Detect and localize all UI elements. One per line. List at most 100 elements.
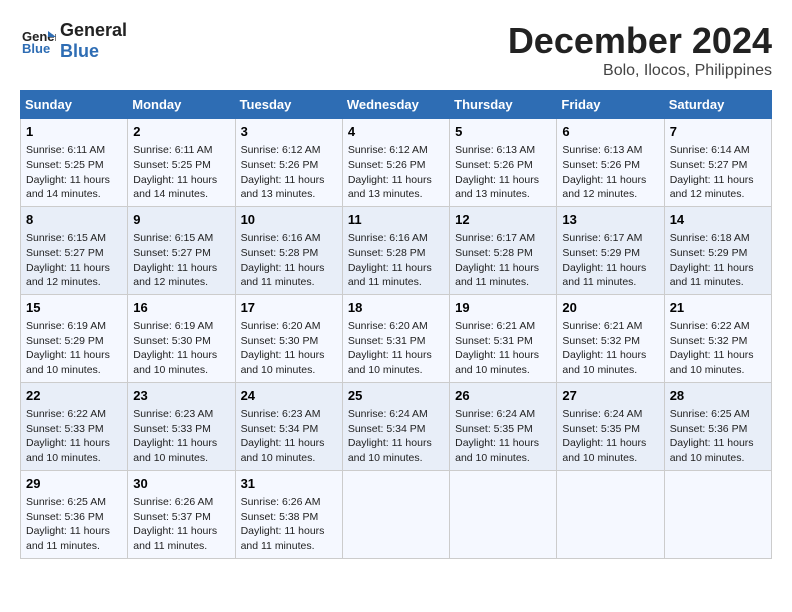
page-header: General Blue General Blue December 2024 … bbox=[20, 20, 772, 80]
day-number: 15 bbox=[26, 299, 122, 317]
day-cell bbox=[664, 470, 771, 558]
day-cell: 6Sunrise: 6:13 AMSunset: 5:26 PMDaylight… bbox=[557, 119, 664, 207]
day-info-text: Sunset: 5:28 PM bbox=[348, 246, 444, 261]
day-number: 3 bbox=[241, 123, 337, 141]
day-info-text: Sunset: 5:34 PM bbox=[348, 422, 444, 437]
day-info-text: Daylight: 11 hours and 10 minutes. bbox=[133, 348, 229, 377]
day-info-text: Sunset: 5:32 PM bbox=[562, 334, 658, 349]
column-header-saturday: Saturday bbox=[664, 91, 771, 119]
day-info-text: Sunrise: 6:12 AM bbox=[241, 143, 337, 158]
day-info-text: Sunrise: 6:17 AM bbox=[455, 231, 551, 246]
day-info-text: Daylight: 11 hours and 14 minutes. bbox=[26, 173, 122, 202]
day-info-text: Sunset: 5:27 PM bbox=[133, 246, 229, 261]
day-cell: 18Sunrise: 6:20 AMSunset: 5:31 PMDayligh… bbox=[342, 294, 449, 382]
day-info-text: Sunset: 5:26 PM bbox=[241, 158, 337, 173]
day-info-text: Sunset: 5:29 PM bbox=[562, 246, 658, 261]
day-cell: 3Sunrise: 6:12 AMSunset: 5:26 PMDaylight… bbox=[235, 119, 342, 207]
day-info-text: Sunrise: 6:26 AM bbox=[241, 495, 337, 510]
logo-line1: General bbox=[60, 20, 127, 41]
day-info-text: Sunset: 5:37 PM bbox=[133, 510, 229, 525]
day-info-text: Sunrise: 6:11 AM bbox=[26, 143, 122, 158]
day-info-text: Sunrise: 6:13 AM bbox=[562, 143, 658, 158]
day-number: 25 bbox=[348, 387, 444, 405]
day-info-text: Sunrise: 6:12 AM bbox=[348, 143, 444, 158]
column-header-wednesday: Wednesday bbox=[342, 91, 449, 119]
day-info-text: Sunset: 5:36 PM bbox=[26, 510, 122, 525]
location: Bolo, Ilocos, Philippines bbox=[508, 62, 772, 80]
day-cell: 27Sunrise: 6:24 AMSunset: 5:35 PMDayligh… bbox=[557, 382, 664, 470]
week-row-4: 22Sunrise: 6:22 AMSunset: 5:33 PMDayligh… bbox=[21, 382, 772, 470]
day-cell bbox=[450, 470, 557, 558]
day-number: 19 bbox=[455, 299, 551, 317]
day-info-text: Sunrise: 6:26 AM bbox=[133, 495, 229, 510]
calendar-body: 1Sunrise: 6:11 AMSunset: 5:25 PMDaylight… bbox=[21, 119, 772, 559]
day-info-text: Sunset: 5:33 PM bbox=[26, 422, 122, 437]
week-row-1: 1Sunrise: 6:11 AMSunset: 5:25 PMDaylight… bbox=[21, 119, 772, 207]
day-info-text: Sunrise: 6:20 AM bbox=[348, 319, 444, 334]
day-info-text: Daylight: 11 hours and 11 minutes. bbox=[455, 261, 551, 290]
column-header-thursday: Thursday bbox=[450, 91, 557, 119]
day-info-text: Daylight: 11 hours and 10 minutes. bbox=[26, 436, 122, 465]
day-cell: 22Sunrise: 6:22 AMSunset: 5:33 PMDayligh… bbox=[21, 382, 128, 470]
day-cell bbox=[342, 470, 449, 558]
day-cell: 4Sunrise: 6:12 AMSunset: 5:26 PMDaylight… bbox=[342, 119, 449, 207]
day-number: 30 bbox=[133, 475, 229, 493]
day-number: 28 bbox=[670, 387, 766, 405]
column-header-monday: Monday bbox=[128, 91, 235, 119]
day-number: 1 bbox=[26, 123, 122, 141]
day-info-text: Daylight: 11 hours and 10 minutes. bbox=[241, 348, 337, 377]
day-info-text: Daylight: 11 hours and 10 minutes. bbox=[562, 348, 658, 377]
day-info-text: Sunrise: 6:17 AM bbox=[562, 231, 658, 246]
month-title: December 2024 bbox=[508, 20, 772, 62]
day-number: 18 bbox=[348, 299, 444, 317]
day-info-text: Daylight: 11 hours and 10 minutes. bbox=[670, 436, 766, 465]
day-info-text: Daylight: 11 hours and 14 minutes. bbox=[133, 173, 229, 202]
day-info-text: Sunrise: 6:23 AM bbox=[133, 407, 229, 422]
column-header-sunday: Sunday bbox=[21, 91, 128, 119]
day-number: 24 bbox=[241, 387, 337, 405]
day-info-text: Daylight: 11 hours and 10 minutes. bbox=[670, 348, 766, 377]
day-info-text: Sunset: 5:32 PM bbox=[670, 334, 766, 349]
day-cell: 15Sunrise: 6:19 AMSunset: 5:29 PMDayligh… bbox=[21, 294, 128, 382]
day-info-text: Sunset: 5:38 PM bbox=[241, 510, 337, 525]
day-cell: 21Sunrise: 6:22 AMSunset: 5:32 PMDayligh… bbox=[664, 294, 771, 382]
day-info-text: Sunset: 5:31 PM bbox=[455, 334, 551, 349]
day-cell: 1Sunrise: 6:11 AMSunset: 5:25 PMDaylight… bbox=[21, 119, 128, 207]
day-cell: 26Sunrise: 6:24 AMSunset: 5:35 PMDayligh… bbox=[450, 382, 557, 470]
day-info-text: Sunrise: 6:23 AM bbox=[241, 407, 337, 422]
day-number: 14 bbox=[670, 211, 766, 229]
day-info-text: Sunrise: 6:16 AM bbox=[348, 231, 444, 246]
day-number: 8 bbox=[26, 211, 122, 229]
day-number: 26 bbox=[455, 387, 551, 405]
day-info-text: Sunset: 5:35 PM bbox=[455, 422, 551, 437]
day-info-text: Sunset: 5:27 PM bbox=[670, 158, 766, 173]
day-info-text: Sunset: 5:31 PM bbox=[348, 334, 444, 349]
day-info-text: Daylight: 11 hours and 11 minutes. bbox=[562, 261, 658, 290]
day-cell: 8Sunrise: 6:15 AMSunset: 5:27 PMDaylight… bbox=[21, 206, 128, 294]
day-cell: 12Sunrise: 6:17 AMSunset: 5:28 PMDayligh… bbox=[450, 206, 557, 294]
day-info-text: Daylight: 11 hours and 11 minutes. bbox=[26, 524, 122, 553]
day-info-text: Sunrise: 6:19 AM bbox=[26, 319, 122, 334]
day-info-text: Daylight: 11 hours and 13 minutes. bbox=[348, 173, 444, 202]
day-info-text: Daylight: 11 hours and 11 minutes. bbox=[241, 524, 337, 553]
day-number: 23 bbox=[133, 387, 229, 405]
day-number: 9 bbox=[133, 211, 229, 229]
day-number: 21 bbox=[670, 299, 766, 317]
day-cell: 9Sunrise: 6:15 AMSunset: 5:27 PMDaylight… bbox=[128, 206, 235, 294]
day-info-text: Daylight: 11 hours and 13 minutes. bbox=[455, 173, 551, 202]
day-info-text: Sunset: 5:28 PM bbox=[241, 246, 337, 261]
day-number: 31 bbox=[241, 475, 337, 493]
day-cell: 20Sunrise: 6:21 AMSunset: 5:32 PMDayligh… bbox=[557, 294, 664, 382]
day-info-text: Sunrise: 6:21 AM bbox=[562, 319, 658, 334]
logo: General Blue General Blue bbox=[20, 20, 127, 62]
day-info-text: Daylight: 11 hours and 11 minutes. bbox=[348, 261, 444, 290]
day-info-text: Sunrise: 6:16 AM bbox=[241, 231, 337, 246]
day-info-text: Sunset: 5:26 PM bbox=[562, 158, 658, 173]
day-cell: 5Sunrise: 6:13 AMSunset: 5:26 PMDaylight… bbox=[450, 119, 557, 207]
week-row-3: 15Sunrise: 6:19 AMSunset: 5:29 PMDayligh… bbox=[21, 294, 772, 382]
day-info-text: Daylight: 11 hours and 11 minutes. bbox=[241, 261, 337, 290]
day-info-text: Sunrise: 6:24 AM bbox=[455, 407, 551, 422]
day-cell: 2Sunrise: 6:11 AMSunset: 5:25 PMDaylight… bbox=[128, 119, 235, 207]
week-row-2: 8Sunrise: 6:15 AMSunset: 5:27 PMDaylight… bbox=[21, 206, 772, 294]
day-number: 10 bbox=[241, 211, 337, 229]
